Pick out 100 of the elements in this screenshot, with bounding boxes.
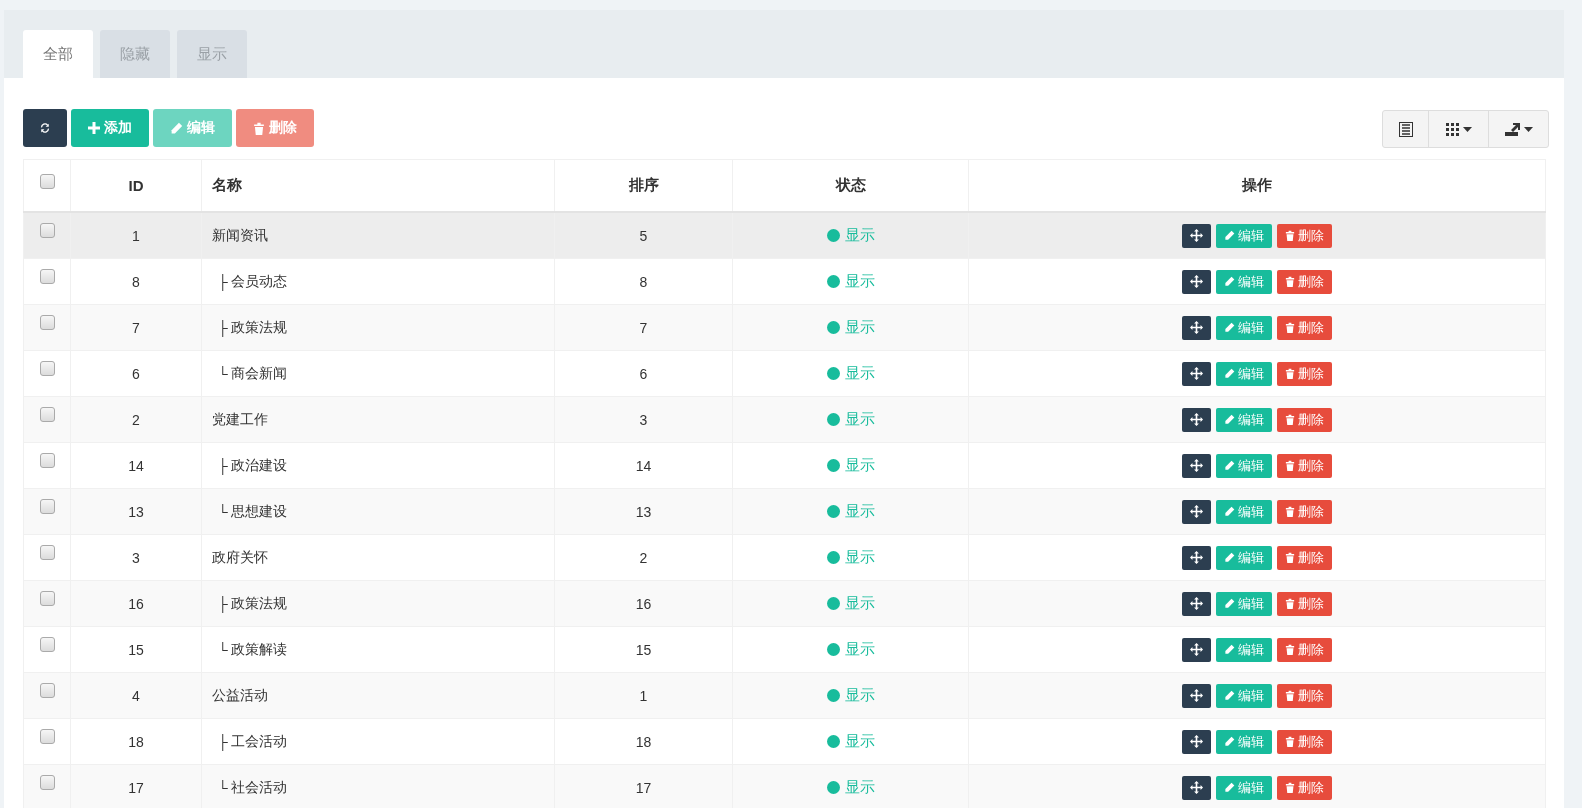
delete-button[interactable]: 删除 bbox=[1277, 223, 1332, 248]
row-checkbox[interactable] bbox=[39, 545, 55, 561]
edit-button[interactable]: 编辑 bbox=[1216, 775, 1272, 800]
move-arrows-icon bbox=[1190, 321, 1203, 334]
select-all-checkbox[interactable] bbox=[39, 173, 55, 189]
drag-button[interactable] bbox=[1182, 591, 1211, 616]
pencil-icon bbox=[1224, 782, 1235, 793]
delete-button[interactable]: 删除 bbox=[1277, 407, 1332, 432]
tab[interactable]: 隐藏 bbox=[100, 30, 170, 78]
pencil-icon bbox=[1224, 322, 1235, 333]
drag-button[interactable] bbox=[1182, 775, 1211, 800]
row-checkbox[interactable] bbox=[39, 407, 55, 423]
id-cell: 7 bbox=[132, 319, 140, 336]
id-cell: 16 bbox=[128, 595, 144, 612]
row-checkbox[interactable] bbox=[39, 591, 55, 607]
tree-branch: ├ bbox=[218, 273, 228, 290]
delete-button[interactable]: 删除 bbox=[1277, 453, 1332, 478]
row-checkbox[interactable] bbox=[39, 729, 55, 745]
delete-button[interactable]: 删除 bbox=[1277, 269, 1332, 294]
tab[interactable]: 显示 bbox=[177, 30, 247, 78]
sort-cell: 2 bbox=[639, 549, 648, 566]
edit-button[interactable]: 编辑 bbox=[1216, 591, 1272, 616]
status-label: 显示 bbox=[844, 640, 875, 659]
drag-button[interactable] bbox=[1182, 361, 1211, 386]
status-dot bbox=[826, 643, 840, 656]
delete-button[interactable]: 删除 bbox=[1277, 591, 1332, 616]
trash-icon bbox=[1285, 276, 1295, 287]
name-cell: 政治建设 bbox=[230, 456, 287, 475]
tab[interactable]: 全部 bbox=[23, 30, 93, 78]
row-checkbox[interactable] bbox=[39, 775, 55, 791]
trash-icon bbox=[1285, 644, 1295, 655]
drag-button[interactable] bbox=[1182, 407, 1211, 432]
refresh-icon bbox=[40, 120, 50, 136]
delete-button[interactable]: 删除 bbox=[1277, 361, 1332, 386]
row-checkbox[interactable] bbox=[39, 453, 55, 469]
drag-button[interactable] bbox=[1182, 453, 1211, 478]
drag-button[interactable] bbox=[1182, 499, 1211, 524]
edit-button[interactable]: 编辑 bbox=[1216, 453, 1272, 478]
edit-button[interactable]: 编辑 bbox=[1216, 683, 1272, 708]
status-label: 显示 bbox=[844, 456, 875, 475]
status-dot bbox=[826, 781, 840, 794]
status-dot bbox=[826, 689, 840, 702]
row-checkbox[interactable] bbox=[39, 637, 55, 653]
delete-button[interactable]: 删除 bbox=[1277, 545, 1332, 570]
caret-icon bbox=[1462, 126, 1472, 132]
row-checkbox[interactable] bbox=[39, 683, 55, 699]
delete-button[interactable]: 删除 bbox=[1277, 683, 1332, 708]
drag-button[interactable] bbox=[1182, 315, 1211, 340]
pencil-icon bbox=[1224, 414, 1235, 425]
pencil-icon bbox=[1224, 230, 1235, 241]
delete-button[interactable]: 删除 bbox=[1277, 637, 1332, 662]
list-icon bbox=[1398, 121, 1413, 137]
delete-button[interactable]: 删除 bbox=[1277, 775, 1332, 800]
row-checkbox[interactable] bbox=[39, 315, 55, 331]
sort-cell: 15 bbox=[635, 641, 652, 658]
trash-icon bbox=[1285, 736, 1295, 747]
delete-button[interactable]: 删除 bbox=[1277, 499, 1332, 524]
edit-button[interactable]: 编辑 bbox=[1216, 223, 1272, 248]
status-dot bbox=[826, 597, 840, 610]
edit-button[interactable]: 编辑 bbox=[1216, 729, 1272, 754]
plus-icon bbox=[88, 122, 100, 134]
delete-button[interactable]: 删除 bbox=[1277, 729, 1332, 754]
move-arrows-icon bbox=[1190, 413, 1203, 426]
edit-button[interactable]: 编辑 bbox=[1216, 637, 1272, 662]
row-checkbox[interactable] bbox=[39, 223, 55, 239]
drag-button[interactable] bbox=[1182, 683, 1211, 708]
drag-button[interactable] bbox=[1182, 545, 1211, 570]
edit-button[interactable]: 编辑 bbox=[1216, 499, 1272, 524]
pencil-icon bbox=[1224, 690, 1235, 701]
drag-button[interactable] bbox=[1182, 637, 1211, 662]
edit-button[interactable]: 编辑 bbox=[1216, 545, 1272, 570]
trash-icon bbox=[1285, 782, 1295, 793]
sort-cell: 5 bbox=[639, 227, 648, 244]
drag-button[interactable] bbox=[1182, 729, 1211, 754]
sort-cell: 16 bbox=[635, 595, 652, 612]
export-icon bbox=[1504, 122, 1520, 136]
drag-button[interactable] bbox=[1182, 269, 1211, 294]
status-dot bbox=[826, 505, 840, 518]
row-checkbox[interactable] bbox=[39, 361, 55, 377]
tree-branch: └ bbox=[218, 365, 228, 382]
pencil-icon bbox=[1224, 736, 1235, 747]
pencil-icon bbox=[1224, 276, 1235, 287]
name-cell: 商会新闻 bbox=[230, 364, 287, 383]
add-button[interactable]: 添加 bbox=[71, 109, 149, 147]
drag-button[interactable] bbox=[1182, 223, 1211, 248]
delete-button[interactable]: 删除 bbox=[1277, 315, 1332, 340]
refresh-button[interactable] bbox=[23, 109, 67, 147]
move-arrows-icon bbox=[1190, 459, 1203, 472]
status-label: 显示 bbox=[844, 410, 875, 429]
edit-button[interactable]: 编辑 bbox=[1216, 315, 1272, 340]
tree-branch: ├ bbox=[218, 319, 228, 336]
edit-button[interactable]: 编辑 bbox=[1216, 269, 1272, 294]
row-checkbox[interactable] bbox=[39, 269, 55, 285]
sort-cell: 1 bbox=[639, 687, 648, 704]
edit-button[interactable]: 编辑 bbox=[1216, 361, 1272, 386]
trash-icon bbox=[1285, 598, 1295, 609]
row-checkbox[interactable] bbox=[39, 499, 55, 515]
edit-button[interactable]: 编辑 bbox=[1216, 407, 1272, 432]
move-arrows-icon bbox=[1190, 781, 1203, 794]
trash-icon bbox=[1285, 230, 1295, 241]
